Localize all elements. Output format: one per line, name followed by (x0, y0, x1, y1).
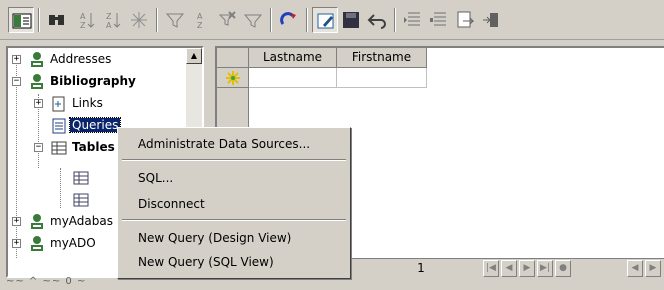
remove-filter-button[interactable] (214, 7, 240, 33)
svg-text:Z: Z (80, 21, 86, 30)
data-to-fields-icon (430, 12, 446, 26)
tree-item-label: Bibliography (50, 74, 136, 88)
last-record-icon[interactable]: ▶| (537, 260, 553, 277)
previous-record-icon[interactable]: ◀ (501, 260, 517, 277)
find-record-button[interactable] (44, 7, 70, 33)
first-record-icon[interactable]: |◀ (483, 260, 499, 277)
edit-data-icon (317, 13, 334, 29)
expand-icon[interactable]: + (34, 99, 43, 108)
table-icon (73, 171, 89, 185)
sort-icon: AZ (197, 12, 203, 30)
next-record-icon[interactable]: ▶ (519, 260, 535, 277)
menu-separator (122, 219, 346, 221)
undo-record-button[interactable] (364, 7, 390, 33)
expand-icon[interactable]: + (12, 239, 21, 248)
tree-item-label: myAdabas (50, 214, 113, 228)
expand-icon[interactable]: + (12, 217, 21, 226)
record-number: 1 (417, 261, 425, 275)
toolbar: AZ ZA AZ (0, 0, 664, 40)
find-record-icon (49, 15, 64, 25)
scroll-right-icon[interactable]: ▶ (645, 260, 661, 277)
mail-merge-icon (483, 13, 498, 27)
insert-column-button[interactable] (400, 7, 426, 33)
filter-icon (243, 14, 263, 28)
data-source-explorer-button[interactable] (8, 7, 34, 33)
menu-item-administrate-data-sources[interactable]: Administrate Data Sources... (120, 132, 348, 156)
save-record-button[interactable] (338, 7, 364, 33)
tree-item-label: Addresses (50, 52, 112, 66)
svg-text:A: A (106, 21, 112, 30)
save-record-icon (343, 12, 359, 28)
insert-column-icon (404, 12, 420, 26)
remove-filter-icon (218, 11, 236, 26)
filter-button[interactable] (240, 7, 266, 33)
refresh-button[interactable] (276, 7, 302, 33)
sort-ascending-button[interactable]: AZ (74, 7, 100, 33)
collapse-icon[interactable]: − (34, 143, 43, 152)
data-to-text-button[interactable] (452, 7, 478, 33)
database-icon (31, 52, 43, 67)
tree-item-label: Tables (72, 140, 115, 154)
scroll-up-icon[interactable]: ▲ (186, 48, 202, 64)
sort-ascending-icon: AZ (80, 12, 95, 30)
undo-icon (367, 14, 386, 29)
tree-item-links[interactable]: + Links (8, 94, 188, 114)
refresh-icon (280, 12, 296, 25)
menu-separator (122, 159, 346, 161)
tree-item-bibliography[interactable]: − Bibliography (8, 72, 188, 92)
new-record-row-header[interactable] (217, 68, 249, 88)
collapse-icon[interactable]: − (12, 77, 21, 86)
cell-lastname[interactable] (249, 68, 337, 88)
context-menu: Administrate Data Sources... SQL... Disc… (117, 127, 351, 279)
autofilter-button[interactable] (126, 7, 152, 33)
tree-item-label: Queries (68, 117, 122, 133)
column-header-lastname[interactable]: Lastname (249, 48, 337, 68)
tree-item-label: Links (72, 96, 103, 110)
svg-text:A: A (80, 12, 86, 21)
cell-firstname[interactable] (337, 68, 427, 88)
svg-text:Z: Z (106, 12, 112, 21)
data-to-fields-button[interactable] (426, 7, 452, 33)
autofilter-icon (131, 12, 147, 28)
database-icon (31, 214, 43, 229)
database-icon (31, 236, 43, 251)
menu-item-disconnect[interactable]: Disconnect (120, 192, 348, 216)
database-icon (31, 74, 43, 89)
tree-item-addresses[interactable]: + Addresses (8, 50, 188, 70)
standard-filter-button[interactable] (162, 7, 188, 33)
menu-item-sql[interactable]: SQL... (120, 166, 348, 190)
sort-descending-button[interactable]: ZA (100, 7, 126, 33)
menu-item-new-query-sql-view[interactable]: New Query (SQL View) (120, 250, 348, 274)
edit-data-button[interactable] (312, 7, 338, 33)
grid-corner[interactable] (217, 48, 249, 68)
sort-button[interactable]: AZ (188, 7, 214, 33)
svg-text:Z: Z (197, 21, 203, 30)
query-icon (52, 118, 66, 134)
sort-descending-icon: ZA (106, 12, 121, 30)
column-header-firstname[interactable]: Firstname (337, 48, 427, 68)
new-record-nav-icon[interactable]: ● (555, 260, 571, 277)
table-icon (73, 193, 89, 207)
data-source-explorer-icon (12, 13, 32, 29)
expand-icon[interactable]: + (12, 55, 21, 64)
mail-merge-button[interactable] (478, 7, 504, 33)
new-record-icon (226, 71, 240, 85)
links-icon (52, 96, 65, 112)
tree-item-label: myADO (50, 236, 96, 250)
data-to-text-icon (457, 11, 475, 28)
scroll-left-icon[interactable]: ◀ (627, 260, 643, 277)
menu-item-new-query-design-view[interactable]: New Query (Design View) (120, 226, 348, 250)
apply-filter-icon (165, 13, 185, 28)
svg-text:A: A (197, 12, 203, 21)
tables-icon (51, 141, 67, 155)
